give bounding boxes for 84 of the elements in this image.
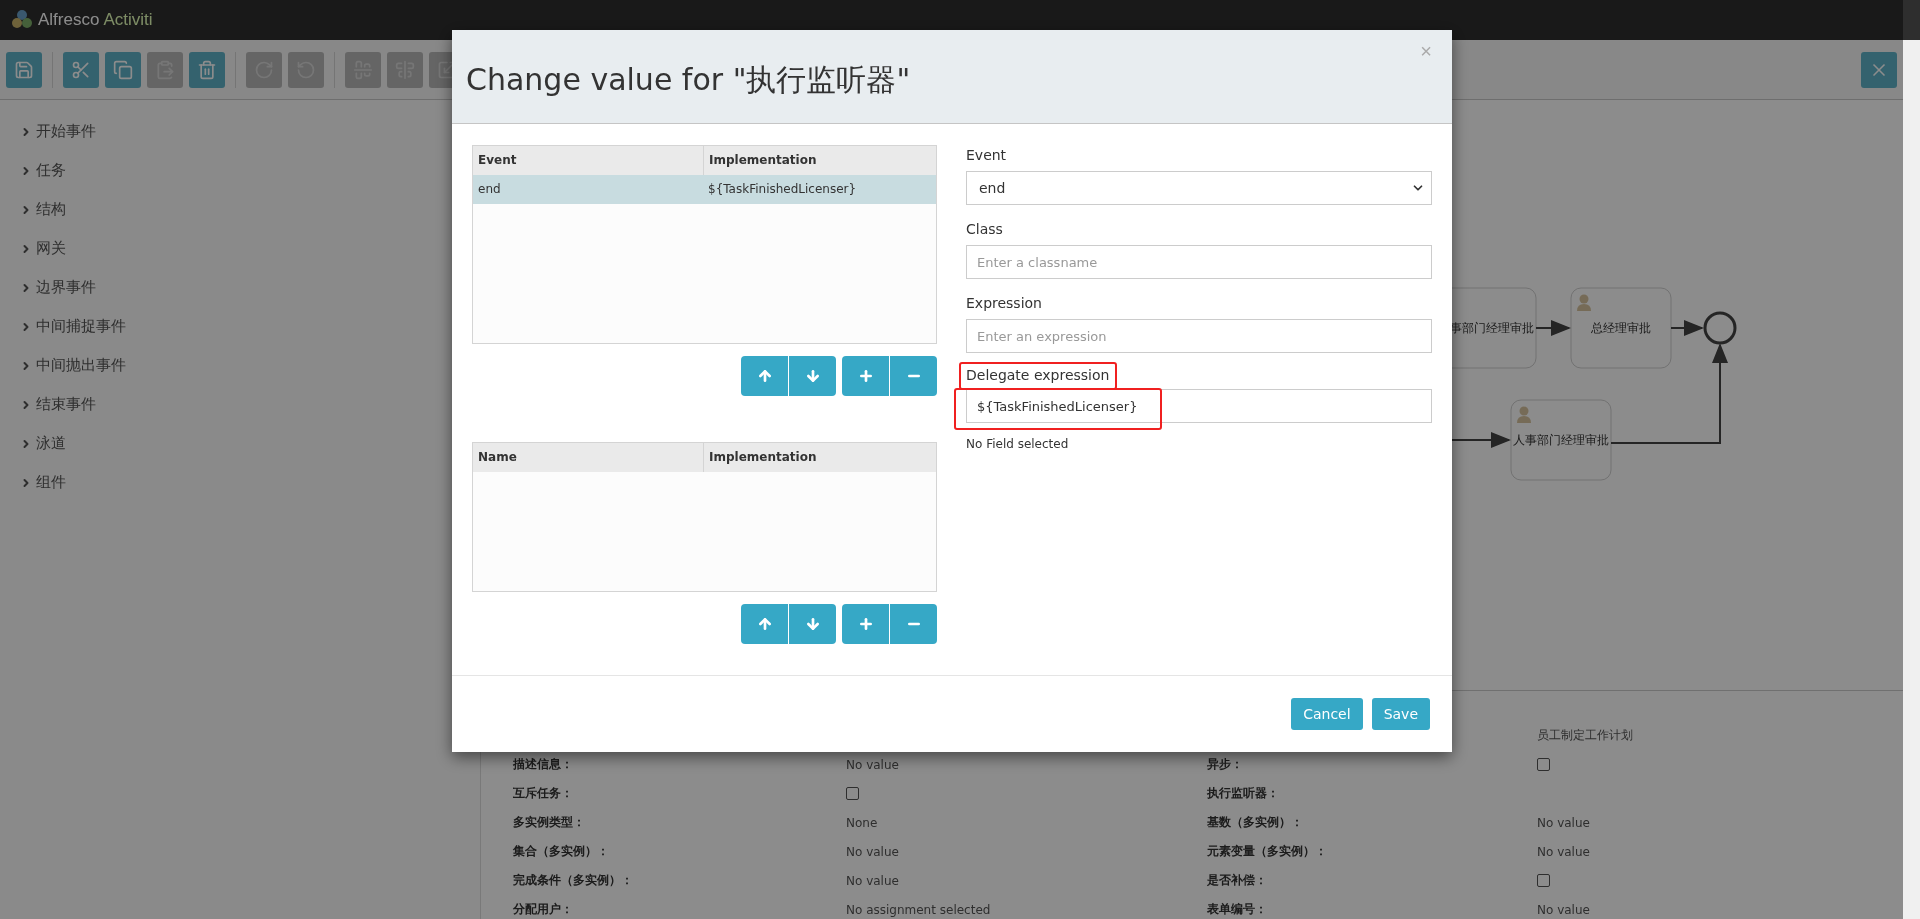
task-label: 总经理审批 bbox=[1591, 321, 1651, 335]
property-value[interactable]: No value bbox=[1537, 902, 1590, 917]
text-field[interactable]: ${TaskFinishedLicenser} bbox=[966, 389, 1432, 423]
property-value[interactable]: No assignment selected bbox=[846, 902, 991, 917]
property-label: 元素变量（多实例）： bbox=[1207, 843, 1327, 860]
property-label: 集合（多实例）： bbox=[513, 843, 609, 860]
field-note: No Field selected bbox=[966, 437, 1070, 451]
field-label: Event bbox=[966, 147, 1007, 165]
property-label: 分配用户： bbox=[513, 901, 573, 918]
palette-group[interactable]: 结束事件 bbox=[0, 385, 480, 424]
property-label: 基数（多实例）： bbox=[1207, 814, 1303, 831]
save-icon bbox=[14, 59, 34, 80]
arrow-up-icon bbox=[756, 368, 773, 384]
logo-text: Activiti bbox=[103, 10, 153, 30]
property-label: 是否补偿： bbox=[1207, 872, 1267, 889]
up-button[interactable] bbox=[741, 604, 788, 644]
palette-group[interactable]: 中间抛出事件 bbox=[0, 346, 480, 385]
end-event[interactable] bbox=[1703, 311, 1737, 345]
text-field[interactable]: Enter a classname bbox=[966, 245, 1432, 279]
column-header: Name bbox=[477, 449, 518, 466]
remove-button[interactable] bbox=[890, 604, 937, 644]
copy-button[interactable] bbox=[105, 51, 141, 88]
task-label: 事部门经理审批 bbox=[1450, 321, 1534, 335]
up-button[interactable] bbox=[741, 356, 788, 396]
add-button[interactable] bbox=[842, 356, 889, 396]
checkbox[interactable] bbox=[846, 787, 859, 800]
remove-button[interactable] bbox=[890, 356, 937, 396]
field-label: Class bbox=[966, 221, 1003, 239]
close-button[interactable] bbox=[1861, 51, 1897, 88]
palette-group[interactable]: 泳道 bbox=[0, 424, 480, 463]
checkbox[interactable] bbox=[1537, 758, 1550, 771]
property-label: 表单编号： bbox=[1207, 901, 1267, 918]
property-label: 执行监听器： bbox=[1207, 785, 1279, 802]
arrow-down-icon bbox=[804, 368, 821, 384]
property-label: 完成条件（多实例）： bbox=[513, 872, 633, 889]
user-icon bbox=[1517, 406, 1531, 423]
table-cell-text: ${TaskFinishedLicenser} bbox=[707, 181, 858, 198]
property-value[interactable]: No value bbox=[846, 757, 899, 772]
task-node[interactable] bbox=[1570, 287, 1672, 369]
property-value[interactable]: No value bbox=[1537, 844, 1590, 859]
dialog-title: Change value for "执行监听器" bbox=[466, 61, 911, 99]
scrollbar[interactable] bbox=[1903, 40, 1920, 919]
scissors-icon bbox=[71, 59, 91, 80]
property-value[interactable]: None bbox=[846, 815, 878, 830]
palette-group[interactable]: 网关 bbox=[0, 229, 480, 268]
field-label: Expression bbox=[966, 295, 1042, 313]
property-value[interactable]: No value bbox=[1537, 815, 1590, 830]
property-label: 互斥任务： bbox=[513, 785, 573, 802]
flow-arrow bbox=[1670, 320, 1704, 336]
table-row[interactable]: end ${TaskFinishedLicenser} bbox=[473, 175, 936, 204]
table-cell-text: end bbox=[477, 181, 502, 198]
column-header: Event bbox=[477, 152, 518, 169]
palette-group[interactable]: 中间捕捉事件 bbox=[0, 307, 480, 346]
plus-icon bbox=[857, 616, 874, 632]
property-value[interactable]: No value bbox=[846, 844, 899, 859]
user-icon bbox=[1577, 294, 1591, 311]
flow-arrow bbox=[1535, 320, 1571, 336]
task-node[interactable] bbox=[1510, 399, 1612, 481]
palette-group[interactable]: 组件 bbox=[0, 463, 480, 502]
trash-icon bbox=[197, 59, 217, 80]
task-label: 人事部门经理审批 bbox=[1513, 433, 1609, 447]
save-button[interactable] bbox=[6, 51, 42, 88]
copy-icon bbox=[113, 59, 133, 80]
property-value[interactable]: 员工制定工作计划 bbox=[1537, 727, 1633, 744]
down-button[interactable] bbox=[789, 356, 836, 396]
text-field[interactable]: Enter an expression bbox=[966, 319, 1432, 353]
add-button[interactable] bbox=[842, 604, 889, 644]
column-header: Implementation bbox=[703, 443, 936, 472]
checkbox[interactable] bbox=[1537, 874, 1550, 887]
down-button[interactable] bbox=[789, 604, 836, 644]
cancel-button[interactable]: Cancel bbox=[1291, 698, 1363, 730]
palette-group[interactable]: 边界事件 bbox=[0, 268, 480, 307]
arrow-down-icon bbox=[804, 616, 821, 632]
scissors-button[interactable] bbox=[63, 51, 99, 88]
save-button[interactable]: Save bbox=[1371, 698, 1430, 730]
property-label: 多实例类型： bbox=[513, 814, 585, 831]
property-label: 异步： bbox=[1207, 756, 1243, 773]
event-select[interactable]: end bbox=[966, 171, 1432, 205]
plus-icon bbox=[857, 368, 874, 384]
logo-text: Alfresco bbox=[38, 10, 100, 30]
trash-button[interactable] bbox=[189, 51, 225, 88]
property-label: 描述信息： bbox=[513, 756, 573, 773]
palette-group[interactable]: 开始事件 bbox=[0, 112, 480, 151]
property-value[interactable]: No value bbox=[846, 873, 899, 888]
